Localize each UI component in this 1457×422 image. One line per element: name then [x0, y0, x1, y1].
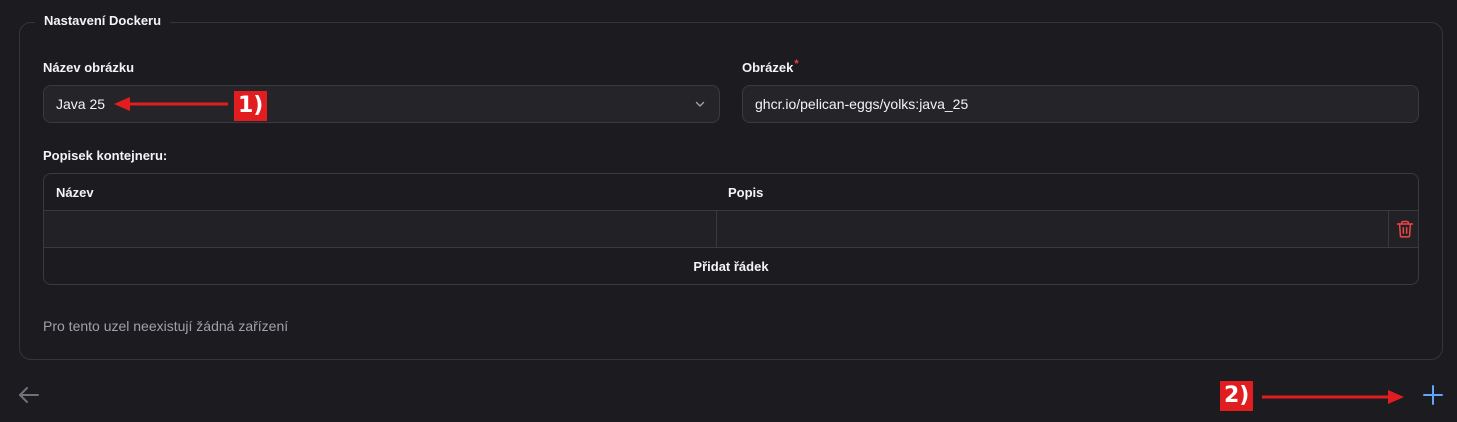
column-header-description: Popis [728, 185, 764, 200]
description-cell-input[interactable] [717, 211, 1389, 247]
add-row-button[interactable]: Přidat řádek [44, 248, 1418, 284]
arrow-left-icon[interactable] [17, 384, 41, 406]
column-header-name: Název [56, 185, 94, 200]
trash-icon[interactable] [1395, 219, 1415, 239]
table-row [44, 211, 1418, 248]
container-labels-label: Popisek kontejneru: [43, 148, 168, 163]
table-header: Název Popis [44, 174, 1418, 211]
annotation-label-2: 2) [1220, 381, 1254, 411]
image-name-value: Java 25 [56, 96, 106, 112]
annotation-arrow-1 [114, 97, 228, 111]
name-cell-input[interactable] [44, 211, 717, 247]
devices-empty-text: Pro tento uzel neexistují žádná zařízení [43, 318, 289, 334]
required-mark: * [794, 58, 799, 70]
annotation-label-1: 1) [234, 91, 268, 121]
image-name-label: Název obrázku [43, 60, 135, 75]
section-title: Nastavení Dockeru [35, 13, 171, 28]
image-value: ghcr.io/pelican-eggs/yolks:java_25 [755, 96, 969, 112]
container-labels-table: Název Popis Přidat řádek [43, 173, 1419, 285]
plus-icon[interactable] [1421, 383, 1445, 407]
chevron-down-icon [695, 101, 705, 107]
image-label: Obrázek* [742, 58, 799, 75]
annotation-arrow-2 [1262, 390, 1404, 404]
image-input[interactable]: ghcr.io/pelican-eggs/yolks:java_25 [742, 85, 1419, 123]
